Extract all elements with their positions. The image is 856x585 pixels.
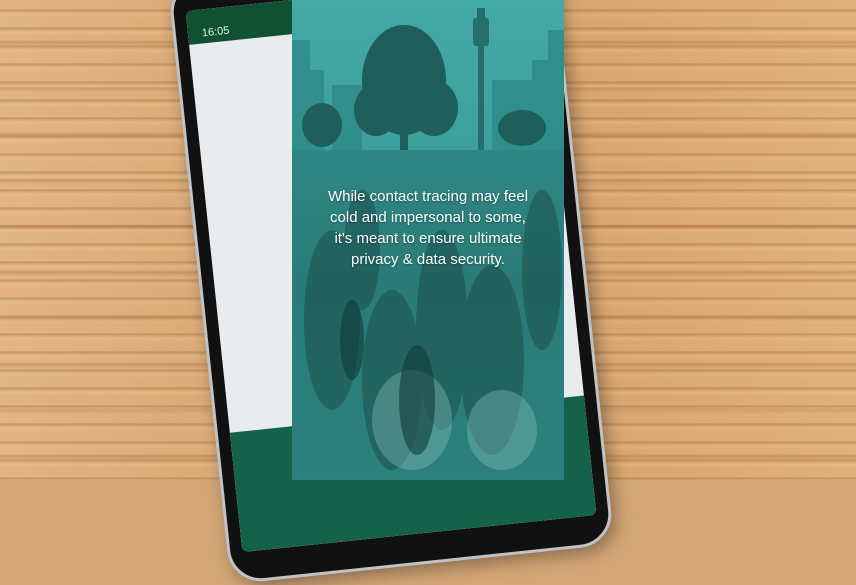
story-photo-panel: While contact tracing may feel cold and … bbox=[292, 0, 564, 480]
phone-clock: 16:05 bbox=[201, 24, 230, 40]
caption-text: While contact tracing may feel cold and … bbox=[327, 188, 529, 268]
